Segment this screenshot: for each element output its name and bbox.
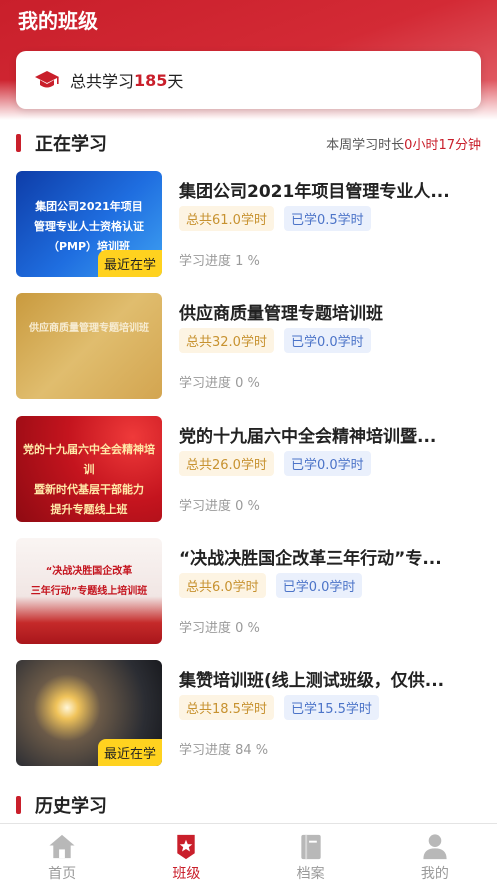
course-item[interactable]: 最近在学 集赞培训班(线上测试班级，仅供... 总共18.5学时 已学15.5学… [16, 660, 486, 768]
summary-days: 185 [134, 70, 168, 90]
section-marker [16, 134, 21, 152]
course-thumbnail: 党的十九届六中全会精神培训 暨新时代基层干部能力 提升专题线上班 [16, 416, 162, 522]
total-hours-tag: 总共26.0学时 [179, 451, 274, 476]
studied-hours-tag: 已学0.0学时 [275, 573, 363, 598]
archive-icon [300, 834, 321, 860]
recent-badge: 最近在学 [97, 250, 162, 277]
study-progress: 学习进度 0 % [179, 376, 260, 391]
course-title: 供应商质量管理专题培训班 [179, 304, 383, 324]
course-item[interactable]: 党的十九届六中全会精神培训 暨新时代基层干部能力 提升专题线上班 党的十九届六中全会… [16, 416, 486, 524]
user-icon [423, 834, 447, 860]
course-item[interactable]: “决战决胜国企改革 三年行动”专题线上培训班 “决战决胜国企改革三年行动”专...… [16, 538, 486, 646]
tab-label: 档案 [296, 866, 325, 882]
course-thumbnail: 供应商质量管理专题培训班 [16, 293, 162, 399]
course-title: 集团公司2021年项目管理专业人... [179, 182, 450, 202]
studied-hours-tag: 已学0.5学时 [283, 206, 371, 231]
home-icon [49, 834, 75, 859]
thumbnail-text: 集团公司2021年项目 管理专业人士资格认证 （PMP）培训班 [34, 200, 144, 253]
studied-hours-tag: 已学0.0学时 [283, 451, 371, 476]
study-progress: 学习进度 84 % [179, 743, 269, 758]
thumbnail-text: 党的十九届六中全会精神培训 暨新时代基层干部能力 提升专题线上班 [23, 443, 155, 516]
week-study-time: 本周学习时长0小时17分钟 [326, 134, 481, 153]
course-thumbnail: “决战决胜国企改革 三年行动”专题线上培训班 [16, 538, 162, 644]
week-time-label: 本周学习时长 [326, 137, 405, 153]
class-icon [177, 834, 196, 860]
page-title: 我的班级 [18, 9, 98, 33]
studied-hours-tag: 已学15.5学时 [283, 695, 379, 720]
summary-prefix: 总共学习 [70, 72, 135, 91]
study-summary-card: 总共学习 185 天 [16, 51, 481, 109]
recent-badge: 最近在学 [97, 739, 162, 766]
current-section-header: 正在学习 本周学习时长0小时17分钟 [0, 128, 497, 158]
tab-label: 首页 [48, 866, 77, 882]
current-section-title: 正在学习 [35, 134, 107, 155]
study-progress: 学习进度 0 % [179, 621, 260, 636]
total-hours-tag: 总共18.5学时 [179, 695, 274, 720]
course-thumbnail: 集团公司2021年项目 管理专业人士资格认证 （PMP）培训班 最近在学 [16, 171, 162, 277]
total-hours-tag: 总共6.0学时 [179, 573, 266, 598]
course-title: “决战决胜国企改革三年行动”专... [179, 549, 442, 569]
tab-archive[interactable]: 档案 [249, 824, 373, 883]
total-hours-tag: 总共32.0学时 [179, 328, 274, 353]
course-item[interactable]: 集团公司2021年项目 管理专业人士资格认证 （PMP）培训班 最近在学 集团公司2… [16, 171, 486, 279]
tab-home[interactable]: 首页 [0, 824, 124, 883]
thumbnail-text: 供应商质量管理专题培训班 [29, 323, 149, 334]
thumbnail-text: “决战决胜国企改革 三年行动”专题线上培训班 [30, 566, 148, 597]
course-item[interactable]: 供应商质量管理专题培训班 供应商质量管理专题培训班 总共32.0学时 已学0.0… [16, 293, 486, 401]
history-section-header: 历史学习 [0, 790, 497, 820]
history-section-title: 历史学习 [35, 796, 107, 817]
bottom-tab-bar: 首页 班级 档案 我的 [0, 823, 497, 883]
tab-class[interactable]: 班级 [124, 824, 248, 883]
study-progress: 学习进度 0 % [179, 499, 260, 514]
studied-hours-tag: 已学0.0学时 [283, 328, 371, 353]
week-time-value: 0小时17分钟 [404, 137, 481, 153]
section-marker [16, 796, 21, 814]
graduation-cap-icon [35, 71, 59, 88]
course-thumbnail: 最近在学 [16, 660, 162, 766]
tab-mine[interactable]: 我的 [373, 824, 497, 883]
tab-label: 我的 [420, 866, 449, 882]
course-title: 党的十九届六中全会精神培训暨... [179, 427, 437, 447]
summary-suffix: 天 [167, 72, 184, 91]
course-title: 集赞培训班(线上测试班级，仅供... [179, 671, 445, 691]
study-progress: 学习进度 1 % [179, 254, 260, 269]
tab-label: 班级 [172, 866, 201, 882]
total-hours-tag: 总共61.0学时 [179, 206, 274, 231]
